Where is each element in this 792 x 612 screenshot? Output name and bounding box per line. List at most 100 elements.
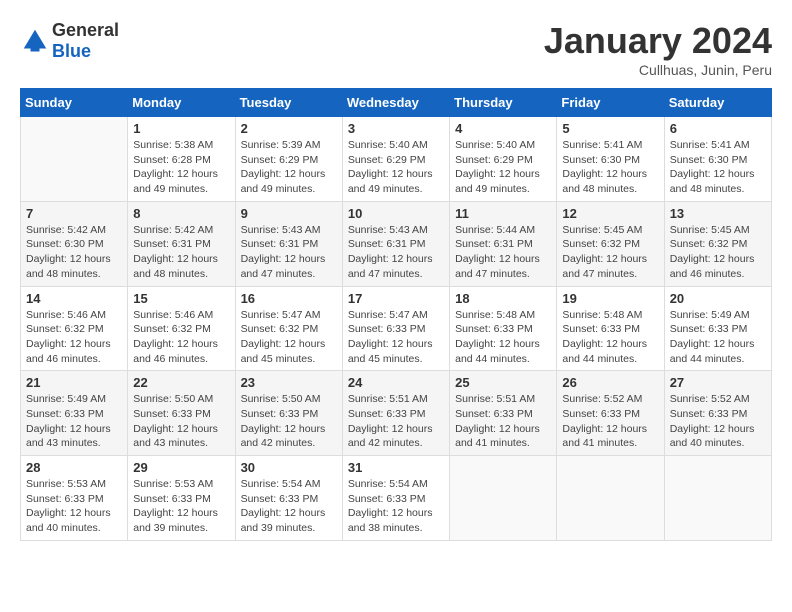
day-number: 15 (133, 291, 229, 306)
logo: General Blue (20, 20, 119, 62)
title-area: January 2024 Cullhuas, Junin, Peru (544, 20, 772, 78)
day-number: 17 (348, 291, 444, 306)
weekday-header-wednesday: Wednesday (342, 89, 449, 117)
day-number: 6 (670, 121, 766, 136)
calendar-cell: 23 Sunrise: 5:50 AMSunset: 6:33 PMDayligh… (235, 371, 342, 456)
day-info: Sunrise: 5:50 AMSunset: 6:33 PMDaylight:… (241, 392, 337, 451)
calendar-cell: 8 Sunrise: 5:42 AMSunset: 6:31 PMDaylight… (128, 201, 235, 286)
day-number: 1 (133, 121, 229, 136)
calendar-table: SundayMondayTuesdayWednesdayThursdayFrid… (20, 88, 772, 541)
calendar-cell: 13 Sunrise: 5:45 AMSunset: 6:32 PMDayligh… (664, 201, 771, 286)
day-number: 10 (348, 206, 444, 221)
week-row-3: 14Sunrise: 5:46 AMSunset: 6:32 PMDayligh… (21, 286, 772, 371)
day-number: 27 (670, 375, 766, 390)
day-info: Sunrise: 5:52 AMSunset: 6:33 PMDaylight:… (562, 392, 658, 451)
day-info: Sunrise: 5:42 AMSunset: 6:31 PMDaylight:… (133, 223, 229, 282)
calendar-cell: 19Sunrise: 5:48 AMSunset: 6:33 PMDayligh… (557, 286, 664, 371)
calendar-cell (664, 456, 771, 541)
day-info: Sunrise: 5:53 AMSunset: 6:33 PMDaylight:… (26, 477, 122, 536)
calendar-cell: 31 Sunrise: 5:54 AMSunset: 6:33 PMDayligh… (342, 456, 449, 541)
calendar-cell: 21 Sunrise: 5:49 AMSunset: 6:33 PMDayligh… (21, 371, 128, 456)
day-number: 24 (348, 375, 444, 390)
day-number: 19 (562, 291, 658, 306)
day-info: Sunrise: 5:41 AMSunset: 6:30 PMDaylight:… (670, 138, 766, 197)
day-number: 3 (348, 121, 444, 136)
day-number: 5 (562, 121, 658, 136)
calendar-cell: 15 Sunrise: 5:46 AMSunset: 6:32 PMDayligh… (128, 286, 235, 371)
calendar-cell: 6 Sunrise: 5:41 AMSunset: 6:30 PMDaylight… (664, 117, 771, 202)
day-number: 21 (26, 375, 122, 390)
calendar-cell: 17 Sunrise: 5:47 AMSunset: 6:33 PMDayligh… (342, 286, 449, 371)
day-info: Sunrise: 5:46 AMSunset: 6:32 PMDaylight:… (133, 308, 229, 367)
day-number: 16 (241, 291, 337, 306)
week-row-5: 28 Sunrise: 5:53 AMSunset: 6:33 PMDayligh… (21, 456, 772, 541)
weekday-header-monday: Monday (128, 89, 235, 117)
day-number: 13 (670, 206, 766, 221)
calendar-cell: 7 Sunrise: 5:42 AMSunset: 6:30 PMDaylight… (21, 201, 128, 286)
calendar-cell: 27 Sunrise: 5:52 AMSunset: 6:33 PMDayligh… (664, 371, 771, 456)
day-info: Sunrise: 5:42 AMSunset: 6:30 PMDaylight:… (26, 223, 122, 282)
day-info: Sunrise: 5:54 AMSunset: 6:33 PMDaylight:… (348, 477, 444, 536)
calendar-cell: 4Sunrise: 5:40 AMSunset: 6:29 PMDaylight… (450, 117, 557, 202)
calendar-cell: 22Sunrise: 5:50 AMSunset: 6:33 PMDayligh… (128, 371, 235, 456)
calendar-cell: 29 Sunrise: 5:53 AMSunset: 6:33 PMDayligh… (128, 456, 235, 541)
day-info: Sunrise: 5:49 AMSunset: 6:33 PMDaylight:… (26, 392, 122, 451)
day-number: 25 (455, 375, 551, 390)
day-info: Sunrise: 5:38 AMSunset: 6:28 PMDaylight:… (133, 138, 229, 197)
day-number: 31 (348, 460, 444, 475)
weekday-header-row: SundayMondayTuesdayWednesdayThursdayFrid… (21, 89, 772, 117)
weekday-header-saturday: Saturday (664, 89, 771, 117)
day-info: Sunrise: 5:47 AMSunset: 6:33 PMDaylight:… (348, 308, 444, 367)
day-number: 9 (241, 206, 337, 221)
calendar-cell: 10 Sunrise: 5:43 AMSunset: 6:31 PMDayligh… (342, 201, 449, 286)
weekday-header-sunday: Sunday (21, 89, 128, 117)
day-info: Sunrise: 5:43 AMSunset: 6:31 PMDaylight:… (241, 223, 337, 282)
calendar-cell: 14Sunrise: 5:46 AMSunset: 6:32 PMDayligh… (21, 286, 128, 371)
calendar-cell (21, 117, 128, 202)
day-info: Sunrise: 5:49 AMSunset: 6:33 PMDaylight:… (670, 308, 766, 367)
day-info: Sunrise: 5:40 AMSunset: 6:29 PMDaylight:… (348, 138, 444, 197)
day-number: 2 (241, 121, 337, 136)
day-number: 26 (562, 375, 658, 390)
calendar-cell: 20 Sunrise: 5:49 AMSunset: 6:33 PMDayligh… (664, 286, 771, 371)
day-info: Sunrise: 5:46 AMSunset: 6:32 PMDaylight:… (26, 308, 122, 367)
day-number: 23 (241, 375, 337, 390)
day-info: Sunrise: 5:45 AMSunset: 6:32 PMDaylight:… (562, 223, 658, 282)
day-info: Sunrise: 5:52 AMSunset: 6:33 PMDaylight:… (670, 392, 766, 451)
day-info: Sunrise: 5:41 AMSunset: 6:30 PMDaylight:… (562, 138, 658, 197)
day-number: 22 (133, 375, 229, 390)
weekday-header-tuesday: Tuesday (235, 89, 342, 117)
day-info: Sunrise: 5:47 AMSunset: 6:32 PMDaylight:… (241, 308, 337, 367)
day-number: 8 (133, 206, 229, 221)
day-number: 11 (455, 206, 551, 221)
calendar-cell (450, 456, 557, 541)
day-number: 7 (26, 206, 122, 221)
logo-blue-text: Blue (52, 41, 91, 61)
calendar-cell: 24Sunrise: 5:51 AMSunset: 6:33 PMDayligh… (342, 371, 449, 456)
calendar-cell: 11 Sunrise: 5:44 AMSunset: 6:31 PMDayligh… (450, 201, 557, 286)
calendar-cell: 5 Sunrise: 5:41 AMSunset: 6:30 PMDaylight… (557, 117, 664, 202)
day-info: Sunrise: 5:44 AMSunset: 6:31 PMDaylight:… (455, 223, 551, 282)
day-info: Sunrise: 5:51 AMSunset: 6:33 PMDaylight:… (455, 392, 551, 451)
day-number: 20 (670, 291, 766, 306)
calendar-cell: 2Sunrise: 5:39 AMSunset: 6:29 PMDaylight… (235, 117, 342, 202)
generalblue-logo-icon (20, 26, 50, 56)
day-number: 12 (562, 206, 658, 221)
calendar-cell: 16 Sunrise: 5:47 AMSunset: 6:32 PMDayligh… (235, 286, 342, 371)
location-subtitle: Cullhuas, Junin, Peru (544, 62, 772, 78)
day-info: Sunrise: 5:45 AMSunset: 6:32 PMDaylight:… (670, 223, 766, 282)
weekday-header-friday: Friday (557, 89, 664, 117)
day-number: 30 (241, 460, 337, 475)
calendar-cell: 1 Sunrise: 5:38 AMSunset: 6:28 PMDaylight… (128, 117, 235, 202)
day-info: Sunrise: 5:53 AMSunset: 6:33 PMDaylight:… (133, 477, 229, 536)
day-info: Sunrise: 5:40 AMSunset: 6:29 PMDaylight:… (455, 138, 551, 197)
month-title: January 2024 (544, 20, 772, 62)
weekday-header-thursday: Thursday (450, 89, 557, 117)
day-number: 29 (133, 460, 229, 475)
day-number: 28 (26, 460, 122, 475)
calendar-cell (557, 456, 664, 541)
day-info: Sunrise: 5:54 AMSunset: 6:33 PMDaylight:… (241, 477, 337, 536)
calendar-cell: 28 Sunrise: 5:53 AMSunset: 6:33 PMDayligh… (21, 456, 128, 541)
calendar-cell: 9 Sunrise: 5:43 AMSunset: 6:31 PMDaylight… (235, 201, 342, 286)
day-info: Sunrise: 5:43 AMSunset: 6:31 PMDaylight:… (348, 223, 444, 282)
